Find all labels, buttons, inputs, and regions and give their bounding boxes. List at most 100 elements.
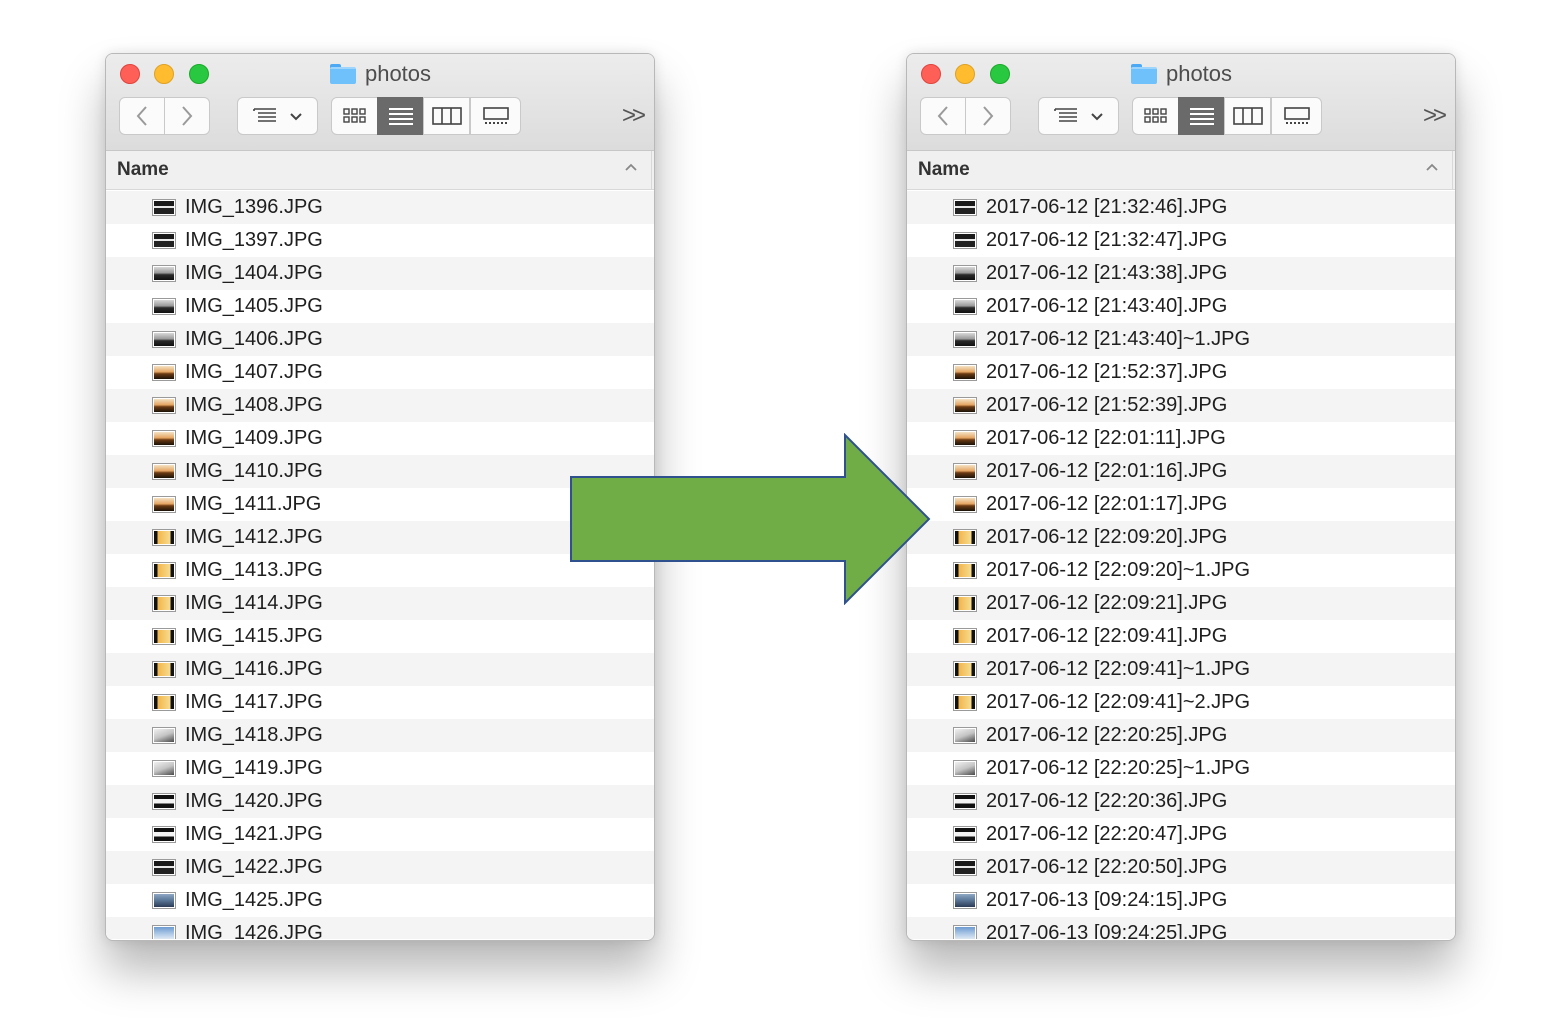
image-thumbnail-icon bbox=[953, 925, 977, 939]
arrange-menu-button[interactable] bbox=[1038, 97, 1119, 135]
folder-icon bbox=[1130, 63, 1158, 85]
arrange-menu-button[interactable] bbox=[237, 97, 318, 135]
file-name: 2017-06-12 [22:09:41].JPG bbox=[986, 625, 1228, 647]
file-row[interactable]: IMG_1408.JPG bbox=[106, 389, 654, 422]
image-thumbnail-icon bbox=[953, 859, 977, 876]
file-row[interactable]: 2017-06-12 [22:20:36].JPG bbox=[907, 785, 1455, 818]
file-name: 2017-06-13 [09:24:25].JPG bbox=[986, 922, 1228, 939]
image-thumbnail-icon bbox=[152, 331, 176, 348]
column-divider bbox=[651, 151, 652, 189]
name-column-header[interactable]: Name bbox=[907, 151, 1455, 190]
file-name: IMG_1404.JPG bbox=[185, 262, 323, 284]
file-name: 2017-06-12 [21:43:40]~1.JPG bbox=[986, 328, 1251, 350]
file-name: IMG_1421.JPG bbox=[185, 823, 323, 845]
file-row[interactable]: 2017-06-12 [22:09:20].JPG bbox=[907, 521, 1455, 554]
file-row[interactable]: 2017-06-12 [21:52:37].JPG bbox=[907, 356, 1455, 389]
image-thumbnail-icon bbox=[152, 595, 176, 612]
icon-view-button[interactable] bbox=[1132, 97, 1179, 135]
file-row[interactable]: IMG_1417.JPG bbox=[106, 686, 654, 719]
file-row[interactable]: 2017-06-12 [21:32:47].JPG bbox=[907, 224, 1455, 257]
file-row[interactable]: 2017-06-12 [22:09:41]~1.JPG bbox=[907, 653, 1455, 686]
file-row[interactable]: 2017-06-12 [21:43:38].JPG bbox=[907, 257, 1455, 290]
file-row[interactable]: IMG_1415.JPG bbox=[106, 620, 654, 653]
file-row[interactable]: 2017-06-12 [22:01:11].JPG bbox=[907, 422, 1455, 455]
list-view-icon bbox=[1189, 108, 1214, 125]
arrange-menu-icon bbox=[1053, 108, 1103, 122]
file-row[interactable]: 2017-06-12 [22:09:41]~2.JPG bbox=[907, 686, 1455, 719]
gallery-view-icon bbox=[482, 107, 509, 124]
file-row[interactable]: IMG_1404.JPG bbox=[106, 257, 654, 290]
file-name: 2017-06-12 [22:09:41]~1.JPG bbox=[986, 658, 1251, 680]
window-title-group: photos bbox=[907, 60, 1455, 88]
file-row[interactable]: 2017-06-12 [21:43:40].JPG bbox=[907, 290, 1455, 323]
file-name: 2017-06-12 [21:52:37].JPG bbox=[986, 361, 1228, 383]
file-name: IMG_1419.JPG bbox=[185, 757, 323, 779]
arrange-menu-icon bbox=[252, 108, 302, 122]
file-row[interactable]: 2017-06-12 [22:09:20]~1.JPG bbox=[907, 554, 1455, 587]
file-row[interactable]: IMG_1421.JPG bbox=[106, 818, 654, 851]
overflow-icon[interactable]: >> bbox=[1419, 99, 1447, 133]
file-row[interactable]: IMG_1416.JPG bbox=[106, 653, 654, 686]
image-thumbnail-icon bbox=[953, 562, 977, 579]
file-name: 2017-06-12 [22:09:20]~1.JPG bbox=[986, 559, 1251, 581]
window-title: photos bbox=[1165, 61, 1233, 86]
file-row[interactable]: IMG_1396.JPG bbox=[106, 191, 654, 224]
column-view-button[interactable] bbox=[423, 97, 470, 135]
grid-view-icon bbox=[1143, 108, 1167, 123]
file-row[interactable]: IMG_1418.JPG bbox=[106, 719, 654, 752]
file-row[interactable]: 2017-06-12 [22:09:41].JPG bbox=[907, 620, 1455, 653]
image-thumbnail-icon bbox=[152, 430, 176, 447]
image-thumbnail-icon bbox=[152, 529, 176, 546]
file-row[interactable]: IMG_1405.JPG bbox=[106, 290, 654, 323]
file-row[interactable]: 2017-06-13 [09:24:25].JPG bbox=[907, 917, 1455, 939]
file-row[interactable]: IMG_1426.JPG bbox=[106, 917, 654, 939]
image-thumbnail-icon bbox=[152, 727, 176, 744]
file-row[interactable]: 2017-06-12 [22:20:25]~1.JPG bbox=[907, 752, 1455, 785]
forward-button[interactable] bbox=[164, 97, 210, 135]
file-name: IMG_1420.JPG bbox=[185, 790, 323, 812]
file-row[interactable]: 2017-06-12 [22:01:16].JPG bbox=[907, 455, 1455, 488]
file-row[interactable]: 2017-06-12 [22:20:25].JPG bbox=[907, 719, 1455, 752]
file-name: IMG_1397.JPG bbox=[185, 229, 323, 251]
image-thumbnail-icon bbox=[152, 265, 176, 282]
file-name: IMG_1409.JPG bbox=[185, 427, 323, 449]
image-thumbnail-icon bbox=[953, 826, 977, 843]
file-name: IMG_1412.JPG bbox=[185, 526, 323, 548]
file-name: IMG_1426.JPG bbox=[185, 922, 323, 939]
name-column-header[interactable]: Name bbox=[106, 151, 654, 190]
back-button[interactable] bbox=[119, 97, 165, 135]
file-row[interactable]: 2017-06-12 [22:09:21].JPG bbox=[907, 587, 1455, 620]
list-view-button[interactable] bbox=[1178, 97, 1225, 135]
file-row[interactable]: 2017-06-12 [22:01:17].JPG bbox=[907, 488, 1455, 521]
file-row[interactable]: 2017-06-12 [21:32:46].JPG bbox=[907, 191, 1455, 224]
file-row[interactable]: IMG_1425.JPG bbox=[106, 884, 654, 917]
file-name: 2017-06-12 [22:20:50].JPG bbox=[986, 856, 1228, 878]
image-thumbnail-icon bbox=[953, 265, 977, 282]
list-view-button[interactable] bbox=[377, 97, 424, 135]
grid-view-icon bbox=[342, 108, 366, 123]
file-row[interactable]: IMG_1420.JPG bbox=[106, 785, 654, 818]
gallery-view-button[interactable] bbox=[470, 97, 521, 135]
file-row[interactable]: 2017-06-12 [21:43:40]~1.JPG bbox=[907, 323, 1455, 356]
back-button[interactable] bbox=[920, 97, 966, 135]
column-view-button[interactable] bbox=[1224, 97, 1271, 135]
gallery-view-button[interactable] bbox=[1271, 97, 1322, 135]
file-row[interactable]: IMG_1407.JPG bbox=[106, 356, 654, 389]
column-header-label: Name bbox=[117, 159, 169, 180]
file-row[interactable]: IMG_1422.JPG bbox=[106, 851, 654, 884]
file-name: IMG_1418.JPG bbox=[185, 724, 323, 746]
image-thumbnail-icon bbox=[953, 298, 977, 315]
file-row[interactable]: IMG_1397.JPG bbox=[106, 224, 654, 257]
icon-view-button[interactable] bbox=[331, 97, 378, 135]
file-row[interactable]: IMG_1406.JPG bbox=[106, 323, 654, 356]
forward-button[interactable] bbox=[965, 97, 1011, 135]
image-thumbnail-icon bbox=[953, 727, 977, 744]
file-name: IMG_1416.JPG bbox=[185, 658, 323, 680]
image-thumbnail-icon bbox=[152, 760, 176, 777]
file-row[interactable]: 2017-06-12 [21:52:39].JPG bbox=[907, 389, 1455, 422]
file-row[interactable]: IMG_1419.JPG bbox=[106, 752, 654, 785]
file-row[interactable]: 2017-06-12 [22:20:47].JPG bbox=[907, 818, 1455, 851]
file-row[interactable]: 2017-06-13 [09:24:15].JPG bbox=[907, 884, 1455, 917]
overflow-icon[interactable]: >> bbox=[618, 99, 646, 133]
file-row[interactable]: 2017-06-12 [22:20:50].JPG bbox=[907, 851, 1455, 884]
